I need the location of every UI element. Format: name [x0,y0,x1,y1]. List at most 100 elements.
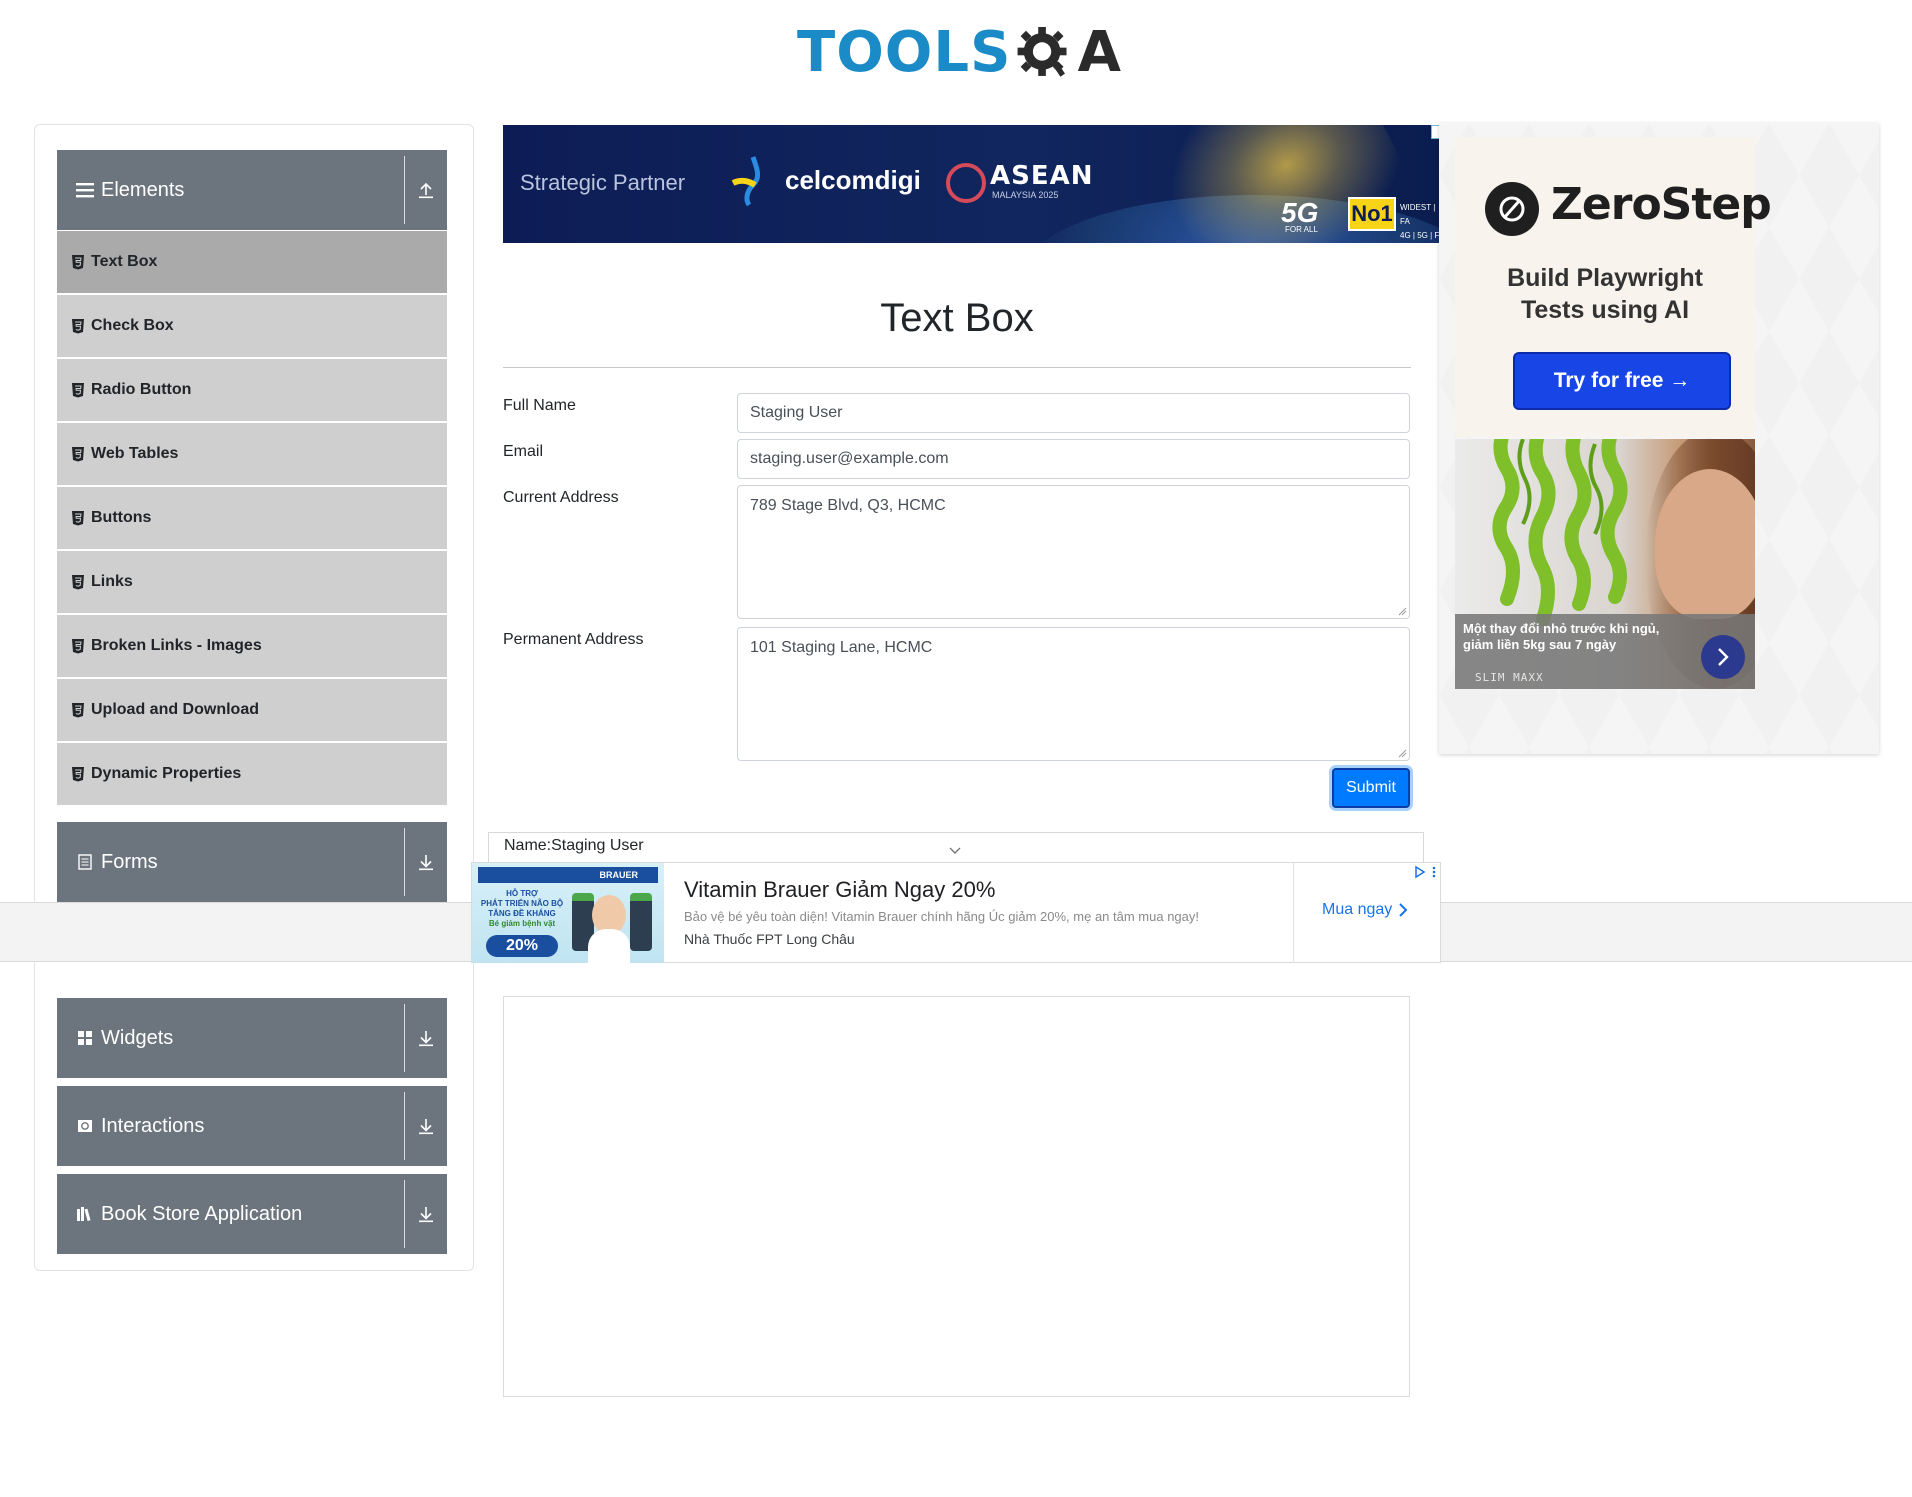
zerostep-tagline: Build Playwright Tests using AI [1507,264,1703,324]
grid-icon [73,1026,97,1050]
group-header-forms[interactable]: Forms [57,822,447,902]
banner-ad[interactable]: Strategic Partner celcomdigi ASEAN MALAY… [503,125,1440,243]
sidebar-item-links[interactable]: Links [57,551,447,613]
email-label: Email [503,443,544,460]
group-header-elements[interactable]: Elements [57,150,447,230]
group-header-interactions[interactable]: Interactions [57,1086,447,1166]
expand-arrow-icon[interactable] [405,1086,447,1166]
sidebar-item-text-box[interactable]: Text Box [57,231,447,293]
right-ad-caption: Một thay đổi nhỏ trước khi ngủ, giảm liề… [1463,621,1660,652]
sidebar-item-buttons[interactable]: Buttons [57,487,447,549]
html5-icon [72,639,84,654]
full-name-input[interactable]: Staging User [737,393,1410,433]
group-header-book-store[interactable]: Book Store Application [57,1174,447,1254]
group-label-interactions: Interactions [101,1114,205,1137]
banner-brand-text: celcomdigi [785,165,921,195]
toolsqa-logo[interactable]: TOOLS A [797,14,1121,92]
html5-icon [72,575,84,590]
divider [1293,863,1294,963]
html5-icon [72,767,84,782]
sidebar-item-label: Text Box [91,253,158,270]
gear-q-icon [1018,27,1067,77]
sticky-ad-percent: 20% [486,935,558,957]
sidebar: Elements Text Box Check Box Radio Button… [34,124,474,1271]
sticky-ad-title[interactable]: Vitamin Brauer Giảm Ngay 20% [684,877,995,903]
sticky-ad-description: Bảo vệ bé yêu toàn diện! Vitamin Brauer … [684,909,1200,924]
sidebar-item-dynamic-properties[interactable]: Dynamic Properties [57,743,447,805]
document-icon [73,850,97,874]
sidebar-item-label: Upload and Download [91,701,259,718]
html5-icon [72,319,84,334]
banner-partner-text: Strategic Partner [520,170,686,195]
bottle-image [630,893,652,951]
sidebar-item-broken-links[interactable]: Broken Links - Images [57,615,447,677]
logo-a-text: A [1077,20,1121,85]
collapse-arrow-icon[interactable] [405,150,447,230]
html5-icon [72,447,84,462]
html5-icon [72,511,84,526]
html5-icon [72,703,84,718]
greens-image [1492,439,1628,626]
sticky-ad-cta[interactable]: Mua ngay [1322,901,1408,919]
zerostep-card[interactable]: ZeroStep Build Playwright Tests using AI… [1455,137,1772,437]
zerostep-logo-icon [1485,182,1539,236]
sticky-ad[interactable]: BRAUER HỖ TRỢ PHÁT TRIỂN NÃO BỘ TĂNG ĐỀ … [471,862,1441,963]
logo-tools-text: TOOLS [797,20,1012,85]
refresh-icon [73,1114,97,1138]
email-input[interactable]: staging.user@example.com [737,439,1410,479]
html5-icon [72,383,84,398]
divider [503,367,1411,368]
sidebar-item-label: Broken Links - Images [91,637,262,654]
sidebar-item-label: Links [91,573,133,590]
resize-handle-icon[interactable] [1397,748,1407,758]
sidebar-item-label: Dynamic Properties [91,765,242,782]
woman-image [1655,469,1755,619]
ad-choices-icon[interactable] [1412,865,1440,879]
permanent-address-label: Permanent Address [503,631,644,648]
sticky-ad-image-text: HỖ TRỢ PHÁT TRIỂN NÃO BỘ TĂNG ĐỀ KHÁNG B… [480,889,564,928]
banner-asean-sub: MALAYSIA 2025 [992,190,1059,200]
sticky-ad-image[interactable]: BRAUER HỖ TRỢ PHÁT TRIỂN NÃO BỘ TĂNG ĐỀ … [472,863,664,963]
current-address-textarea[interactable]: 789 Stage Blvd, Q3, HCMC [737,485,1410,619]
submit-button[interactable]: Submit [1332,768,1410,808]
expand-arrow-icon[interactable] [405,998,447,1078]
output-name: Name:Staging User [504,837,644,854]
ad-placeholder [503,996,1410,1397]
resize-handle-icon[interactable] [1397,606,1407,616]
banner-asean-text: ASEAN [990,161,1094,191]
chevron-right-icon [1399,903,1408,917]
hamburger-icon [73,178,97,202]
sidebar-item-label: Check Box [91,317,174,334]
asean-logo-icon [946,163,986,203]
try-for-free-button[interactable]: Try for free → [1513,352,1731,410]
group-label-elements: Elements [101,178,185,201]
html5-icon [72,255,84,270]
right-ad-sponsor: SLIM MAXX [1475,671,1544,684]
banner-tags: WIDEST | FA 4G | 5G | F [1400,203,1440,240]
full-name-label: Full Name [503,397,576,414]
current-address-label: Current Address [503,489,619,506]
right-ad[interactable]: ZeroStep Build Playwright Tests using AI… [1439,123,1879,754]
sidebar-item-label: Buttons [91,509,152,526]
chevron-down-icon[interactable] [948,846,962,856]
sticky-ad-brand: BRAUER [478,867,658,883]
expand-arrow-icon[interactable] [405,822,447,902]
right-ad-photo[interactable]: Một thay đổi nhỏ trước khi ngủ, giảm liề… [1455,439,1755,689]
permanent-address-textarea[interactable]: 101 Staging Lane, HCMC [737,627,1410,761]
sidebar-item-upload-download[interactable]: Upload and Download [57,679,447,741]
books-icon [73,1202,97,1226]
sidebar-item-web-tables[interactable]: Web Tables [57,423,447,485]
group-header-widgets[interactable]: Widgets [57,998,447,1078]
zerostep-brand: ZeroStep [1551,179,1772,230]
banner-5g-sub: FOR ALL [1285,225,1318,234]
expand-arrow-icon[interactable] [405,1174,447,1254]
sidebar-item-radio-button[interactable]: Radio Button [57,359,447,421]
sidebar-item-label: Web Tables [91,445,179,462]
page-title: Text Box [880,296,1034,340]
group-label-book-store: Book Store Application [101,1202,303,1225]
sidebar-item-check-box[interactable]: Check Box [57,295,447,357]
sticky-ad-shop: Nhà Thuốc FPT Long Châu [684,931,855,947]
sidebar-item-label: Radio Button [91,381,192,398]
chevron-right-icon[interactable] [1701,635,1745,679]
group-label-widgets: Widgets [101,1026,174,1049]
